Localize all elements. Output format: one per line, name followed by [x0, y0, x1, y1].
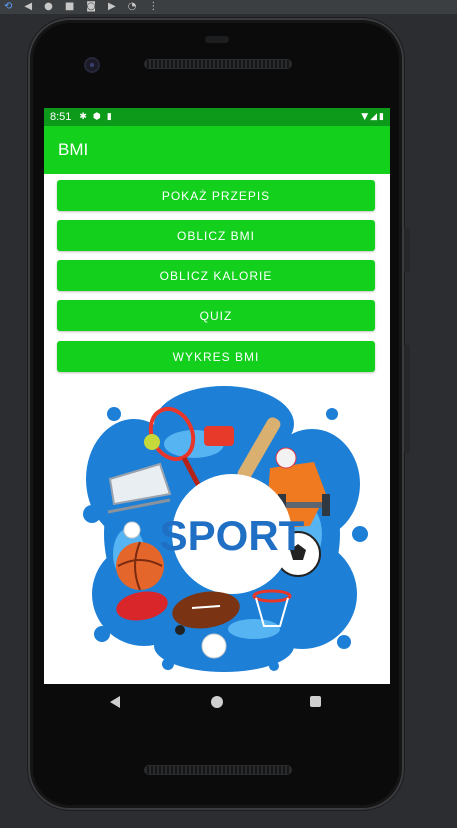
video-icon[interactable]: ▶ [108, 0, 116, 14]
sd-card-icon: ▮ [106, 112, 112, 122]
sport-text: SPORT [160, 512, 305, 559]
shield-icon: ⬢ [92, 112, 101, 122]
calculate-calories-button[interactable]: OBLICZ KALORIE [57, 260, 375, 291]
signal-icon: ◢ [370, 112, 378, 122]
app-bar: BMI [44, 126, 390, 174]
status-bar: 8:51 ✱ ⬢ ▮ ▼ ◢ ▮ [44, 108, 390, 126]
more-icon[interactable]: ⋮ [148, 0, 158, 14]
back-icon[interactable]: ◀ [24, 0, 32, 14]
device-screen: 8:51 ✱ ⬢ ▮ ▼ ◢ ▮ BMI POKAŻ PRZEPIS OBLIC… [44, 108, 390, 684]
rotate-icon[interactable]: ⟲ [4, 0, 12, 14]
battery-icon: ▮ [379, 112, 384, 122]
show-recipe-button[interactable]: POKAŻ PRZEPIS [57, 180, 375, 211]
navigation-bar [44, 684, 390, 722]
calculate-bmi-button[interactable]: OBLICZ BMI [57, 220, 375, 251]
gear-icon: ✱ [79, 112, 87, 122]
wifi-icon: ▼ [361, 112, 369, 122]
front-camera-icon [84, 57, 100, 73]
stop-icon[interactable]: ■ [65, 0, 74, 14]
timer-icon[interactable]: ◔ [128, 0, 137, 14]
back-triangle-icon[interactable] [110, 696, 120, 708]
app-title: BMI [58, 140, 89, 159]
status-time: 8:51 [50, 111, 72, 123]
power-button[interactable] [404, 228, 410, 272]
home-circle-icon[interactable] [211, 696, 223, 708]
volume-button[interactable] [404, 345, 410, 453]
quiz-button[interactable]: QUIZ [57, 300, 375, 331]
sport-illustration: SPORT [83, 386, 368, 672]
recents-square-icon[interactable] [310, 696, 321, 707]
top-speaker-grille [144, 59, 292, 69]
bmi-chart-button[interactable]: WYKRES BMI [57, 341, 375, 372]
camera-icon[interactable]: ◙ [86, 0, 96, 14]
top-sensor [205, 36, 229, 43]
bottom-speaker-grille [144, 765, 292, 775]
status-right-icons: ▼ ◢ ▮ [361, 112, 384, 122]
emulator-toolbar: ⟲ ◀ ● ■ ◙ ▶ ◔ ⋮ [0, 0, 457, 14]
dot-icon[interactable]: ● [44, 0, 53, 14]
